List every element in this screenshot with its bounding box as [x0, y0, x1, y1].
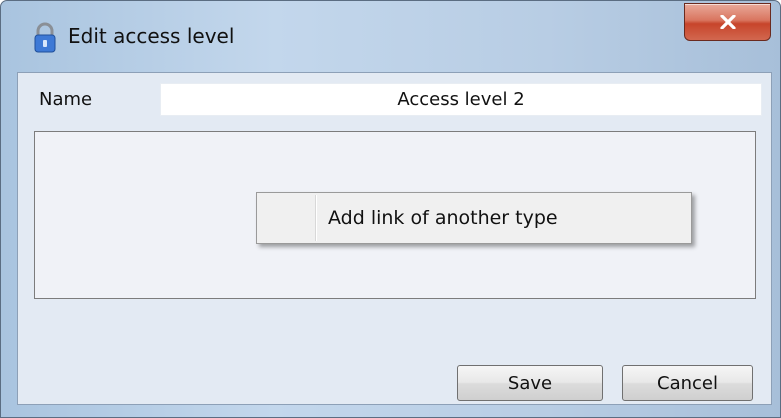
links-panel[interactable]: Add link of another type — [34, 131, 756, 299]
menu-gutter-separator — [315, 195, 317, 241]
dialog-content: Name Add link of another type Save Cance… — [17, 72, 772, 405]
name-input[interactable] — [160, 83, 762, 116]
close-icon — [720, 15, 736, 29]
window-title: Edit access level — [68, 24, 235, 48]
name-label: Name — [39, 89, 93, 110]
cancel-button[interactable]: Cancel — [622, 365, 753, 401]
save-button[interactable]: Save — [457, 365, 603, 401]
edit-access-level-dialog: Edit access level Name Add link of anoth… — [0, 0, 781, 418]
menu-item-label[interactable]: Add link of another type — [328, 206, 558, 230]
title-bar[interactable]: Edit access level — [1, 1, 780, 71]
lock-icon — [32, 22, 58, 54]
context-menu: Add link of another type — [256, 192, 692, 244]
close-button[interactable] — [684, 3, 771, 41]
